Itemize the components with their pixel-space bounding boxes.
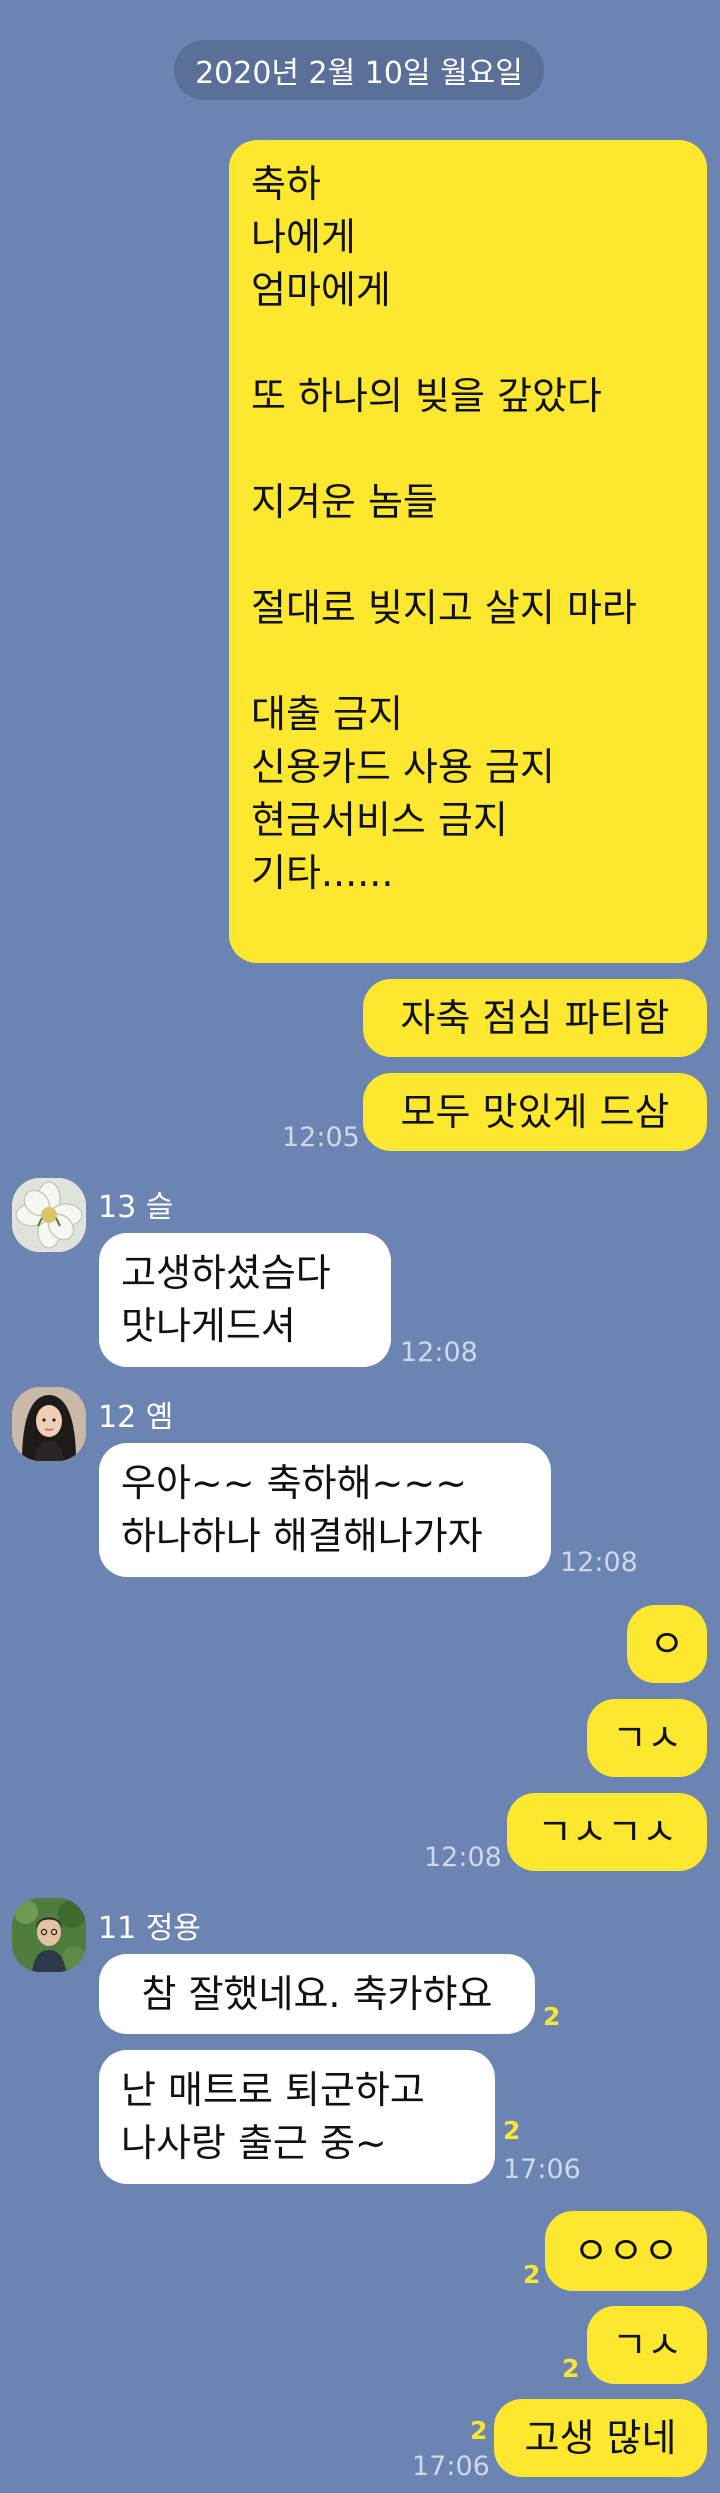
unread-count: 2 xyxy=(503,2116,521,2145)
their-message-bubble[interactable]: 난 매트로 퇴군하고 나사랑 출근 중~ xyxy=(99,2050,495,2184)
message-timestamp: 12:05 xyxy=(282,1122,360,1153)
unread-count: 2 xyxy=(470,2416,488,2445)
my-message-bubble[interactable]: 축하 나에게 엄마에게 또 하나의 빚을 갚았다 지겨운 놈들 절대로 빚지고 … xyxy=(229,140,707,963)
their-message-bubble[interactable]: 우아~~ 축하해~~~ 하나하나 해결해나가자 xyxy=(99,1443,551,1577)
message-timestamp: 12:08 xyxy=(560,1547,638,1578)
avatar[interactable] xyxy=(12,1178,86,1252)
my-message-bubble[interactable]: ㅇ xyxy=(627,1605,707,1683)
my-message-bubble[interactable]: ㄱㅅ xyxy=(587,1699,707,1777)
avatar[interactable] xyxy=(12,1898,86,1972)
message-timestamp: 12:08 xyxy=(424,1842,502,1873)
unread-count: 2 xyxy=(562,2354,580,2383)
message-timestamp: 17:06 xyxy=(503,2154,581,2185)
my-message-bubble[interactable]: ㄱㅅㄱㅅ xyxy=(507,1793,707,1871)
message-timestamp: 12:08 xyxy=(400,1337,478,1368)
sender-name: 13 슬 xyxy=(98,1190,174,1225)
their-message-bubble[interactable]: 참 잘했네요. 축카햐요 xyxy=(99,1954,535,2034)
sender-name: 11 정용 xyxy=(98,1911,201,1946)
my-message-bubble[interactable]: 고생 많네 xyxy=(494,2399,707,2477)
avatar[interactable] xyxy=(12,1387,86,1461)
unread-count: 2 xyxy=(523,2260,541,2289)
date-divider: 2020년 2월 10일 월요일 xyxy=(174,40,544,100)
my-message-bubble[interactable]: ㅇㅇㅇ xyxy=(545,2211,707,2291)
my-message-bubble[interactable]: 자축 점심 파티함 xyxy=(363,979,707,1057)
unread-count: 2 xyxy=(543,2002,561,2031)
message-timestamp: 17:06 xyxy=(412,2451,490,2482)
my-message-bubble[interactable]: 모두 맛있게 드삼 xyxy=(363,1073,707,1151)
my-message-bubble[interactable]: ㄱㅅ xyxy=(587,2306,707,2384)
sender-name: 12 옘 xyxy=(98,1400,174,1435)
their-message-bubble[interactable]: 고생하셨슴다 맛나게드셔 xyxy=(99,1233,391,1367)
